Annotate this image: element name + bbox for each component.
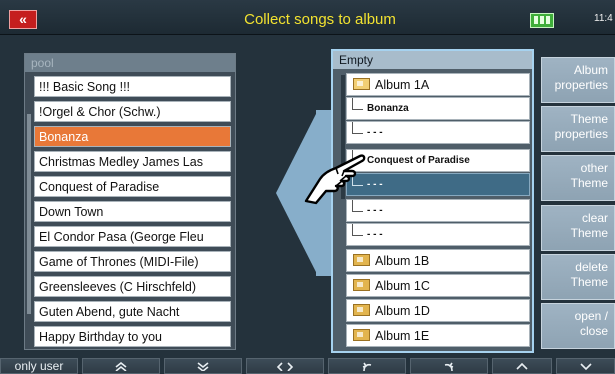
- album-header: Empty: [333, 51, 532, 69]
- folder-icon: [353, 279, 370, 291]
- album-song-row[interactable]: - - -: [346, 199, 530, 222]
- pool-item[interactable]: !!! Basic Song !!!: [34, 76, 231, 97]
- side-button-line: other: [580, 161, 608, 175]
- song-label: - - -: [367, 127, 383, 138]
- song-label: - - -: [367, 205, 383, 216]
- pool-item[interactable]: Down Town: [34, 201, 231, 222]
- folder-icon: [353, 254, 370, 266]
- clear-theme-button[interactable]: clear Theme: [541, 205, 615, 251]
- song-label: Bonanza: [367, 103, 409, 114]
- network-icon: [530, 13, 554, 28]
- move-up-button[interactable]: [492, 358, 552, 374]
- song-label: - - -: [367, 229, 383, 240]
- album-label: Album 1A: [375, 78, 430, 92]
- back-button[interactable]: «: [9, 10, 37, 29]
- pool-panel: pool !!! Basic Song !!! !Orgel & Chor (S…: [24, 53, 236, 350]
- title-bar: « Collect songs to album 11:4: [0, 0, 615, 35]
- side-button-line: open /: [574, 309, 608, 323]
- album-song-row[interactable]: - - -: [346, 121, 530, 144]
- pool-item[interactable]: Christmas Medley James Las: [34, 151, 231, 172]
- swap-button[interactable]: [246, 358, 324, 374]
- side-button-line: Album: [573, 63, 608, 77]
- album-row[interactable]: Album 1B: [346, 249, 530, 272]
- album-song-row[interactable]: Bonanza: [346, 97, 530, 120]
- album-row[interactable]: Album 1A: [346, 73, 530, 96]
- folder-icon: [353, 304, 370, 316]
- other-theme-button[interactable]: other Theme: [541, 155, 615, 201]
- curved-arrow-left-icon: [362, 362, 372, 371]
- album-song-row[interactable]: Conquest of Paradise: [346, 149, 530, 172]
- clock: 11:4: [594, 13, 613, 24]
- pool-item[interactable]: Conquest of Paradise: [34, 176, 231, 197]
- chevron-up-icon: [516, 362, 528, 370]
- page-title: Collect songs to album: [244, 11, 396, 28]
- theme-properties-button[interactable]: Theme properties: [541, 106, 615, 152]
- album-row[interactable]: Album 1E: [346, 324, 530, 347]
- only-user-button[interactable]: only user: [0, 358, 78, 374]
- pool-item[interactable]: El Condor Pasa (George Fleu: [34, 226, 231, 247]
- album-row[interactable]: Album 1C: [346, 274, 530, 297]
- open-folder-icon: [353, 78, 370, 90]
- pool-item[interactable]: Game of Thrones (MIDI-File): [34, 251, 231, 272]
- page-up-button[interactable]: [82, 358, 160, 374]
- rotate-left-button[interactable]: [328, 358, 406, 374]
- pool-item[interactable]: Guten Abend, gute Nacht: [34, 301, 231, 322]
- song-label: Conquest of Paradise: [367, 155, 470, 166]
- double-chevron-down-icon: [197, 362, 209, 371]
- side-button-line: properties: [554, 127, 608, 141]
- album-label: Album 1B: [375, 254, 430, 268]
- album-label: Album 1C: [375, 279, 430, 293]
- folder-icon: [353, 329, 370, 341]
- pool-item[interactable]: Happy Birthday to you: [34, 326, 231, 347]
- side-button-line: properties: [554, 78, 608, 92]
- pointing-hand-icon: [304, 154, 366, 205]
- side-button-line: Theme: [570, 112, 608, 126]
- open-close-button[interactable]: open / close: [541, 303, 615, 349]
- chevron-down-icon: [579, 363, 592, 371]
- side-button-line: delete: [575, 260, 608, 274]
- pool-header: pool: [25, 54, 235, 72]
- pool-item-selected[interactable]: Bonanza: [34, 126, 231, 147]
- album-song-row-selected[interactable]: - - -: [346, 173, 530, 196]
- side-button-line: Theme: [570, 176, 608, 190]
- move-down-button[interactable]: [556, 358, 615, 374]
- album-label: Album 1E: [375, 329, 430, 343]
- page-down-button[interactable]: [164, 358, 242, 374]
- delete-theme-button[interactable]: delete Theme: [541, 254, 615, 300]
- tree-branch-icon: [352, 98, 363, 110]
- pool-item[interactable]: !Orgel & Chor (Schw.): [34, 101, 231, 122]
- pool-item[interactable]: Greensleeves (C Hirschfeld): [34, 276, 231, 297]
- double-chevron-up-icon: [115, 362, 127, 371]
- side-button-line: Theme: [570, 226, 608, 240]
- side-button-line: Theme: [570, 275, 608, 289]
- album-song-row[interactable]: - - -: [346, 223, 530, 246]
- tree-branch-icon: [352, 224, 363, 236]
- pool-scrollbar[interactable]: [27, 114, 31, 314]
- curved-arrow-right-icon: [444, 362, 454, 371]
- tree-branch-icon: [352, 122, 363, 134]
- album-label: Album 1D: [375, 304, 430, 318]
- rotate-right-button[interactable]: [410, 358, 488, 374]
- album-properties-button[interactable]: Album properties: [541, 57, 615, 103]
- song-label: - - -: [367, 179, 383, 190]
- side-button-line: clear: [581, 211, 608, 225]
- left-right-arrows-icon: [276, 362, 294, 371]
- album-row[interactable]: Album 1D: [346, 299, 530, 322]
- side-button-line: close: [579, 324, 608, 338]
